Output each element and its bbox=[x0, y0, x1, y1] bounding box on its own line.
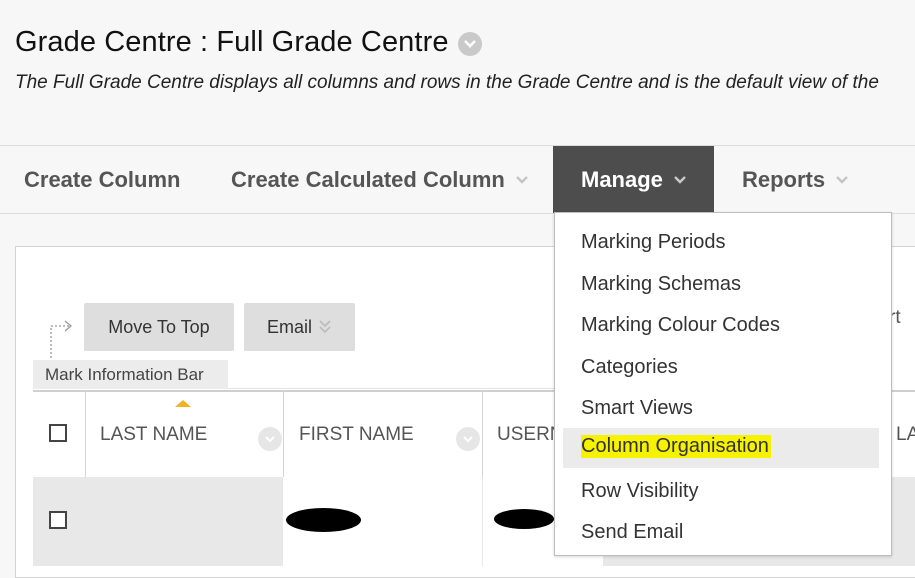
menu-item-column-organisation[interactable]: Column Organisation bbox=[563, 428, 879, 468]
action-toolbar: Create Column Create Calculated Column M… bbox=[0, 145, 915, 214]
chevron-down-icon bbox=[835, 175, 849, 185]
redacted-first-name bbox=[286, 508, 361, 532]
double-chevron-down-icon bbox=[318, 319, 332, 335]
manage-button[interactable]: Manage bbox=[553, 146, 714, 213]
chevron-down-icon[interactable] bbox=[457, 32, 482, 56]
menu-item-marking-schemas[interactable]: Marking Schemas bbox=[581, 273, 741, 296]
mark-information-bar-label: Mark Information Bar bbox=[45, 364, 204, 384]
create-calculated-column-label: Create Calculated Column bbox=[231, 166, 505, 192]
chevron-down-icon bbox=[515, 175, 529, 185]
column-menu-chevron-icon[interactable] bbox=[456, 427, 480, 451]
reports-label: Reports bbox=[742, 166, 826, 192]
page-title: Grade Centre : Full Grade Centre bbox=[15, 26, 449, 58]
email-button[interactable]: Email bbox=[244, 303, 355, 351]
sort-ascending-icon[interactable] bbox=[175, 400, 191, 407]
menu-item-row-visibility[interactable]: Row Visibility bbox=[581, 480, 698, 503]
row-checkbox[interactable] bbox=[49, 511, 67, 529]
select-all-arrow-icon bbox=[50, 320, 73, 358]
manage-dropdown-menu: Marking Periods Marking Schemas Marking … bbox=[554, 212, 892, 556]
chevron-down-icon bbox=[673, 175, 687, 185]
create-calculated-column-button[interactable]: Create Calculated Column bbox=[231, 146, 529, 213]
column-menu-chevron-icon[interactable] bbox=[258, 427, 282, 451]
mark-information-bar[interactable]: Mark Information Bar bbox=[33, 360, 228, 389]
redacted-username bbox=[494, 509, 554, 529]
divider bbox=[228, 388, 558, 389]
truncated-column-header: LA bbox=[896, 424, 915, 445]
menu-item-marking-colour-codes[interactable]: Marking Colour Codes bbox=[581, 314, 780, 337]
move-to-top-button[interactable]: Move To Top bbox=[84, 303, 234, 351]
email-label: Email bbox=[266, 316, 312, 337]
menu-item-categories[interactable]: Categories bbox=[581, 356, 678, 379]
menu-item-smart-views[interactable]: Smart Views bbox=[581, 397, 693, 420]
create-column-button[interactable]: Create Column bbox=[24, 146, 180, 213]
reports-button[interactable]: Reports bbox=[742, 146, 849, 213]
select-all-checkbox[interactable] bbox=[49, 424, 67, 442]
move-to-top-label: Move To Top bbox=[108, 316, 210, 337]
create-column-label: Create Column bbox=[24, 166, 181, 192]
page-title-row: Grade Centre : Full Grade Centre bbox=[15, 26, 482, 59]
column-header-last-name[interactable]: LAST NAME bbox=[100, 424, 207, 446]
manage-label: Manage bbox=[581, 166, 663, 192]
column-header-first-name[interactable]: FIRST NAME bbox=[299, 424, 414, 446]
page-subtitle: The Full Grade Centre displays all colum… bbox=[15, 72, 879, 93]
menu-item-column-organisation-label: Column Organisation bbox=[581, 435, 771, 458]
menu-item-send-email[interactable]: Send Email bbox=[581, 521, 683, 544]
menu-item-marking-periods[interactable]: Marking Periods bbox=[581, 231, 726, 254]
